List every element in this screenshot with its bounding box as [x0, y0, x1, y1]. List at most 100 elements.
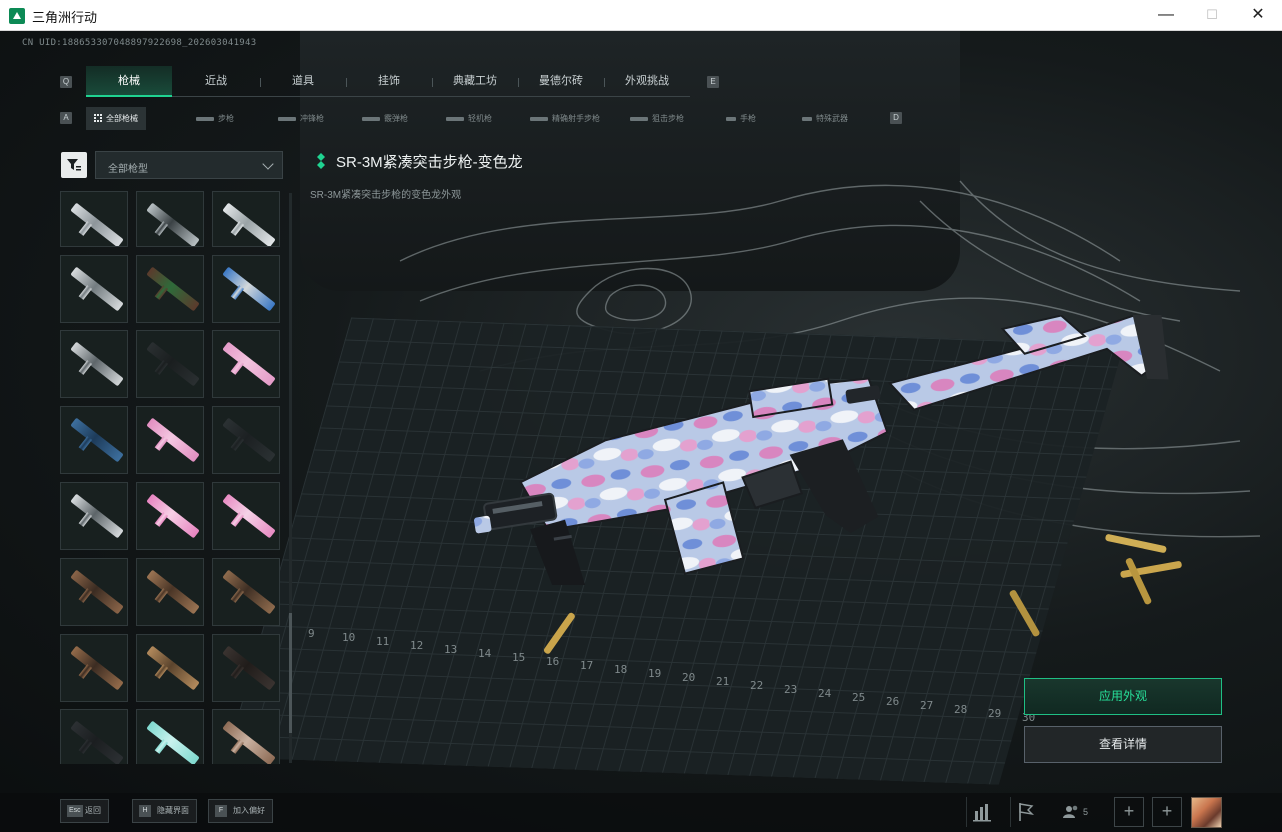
ruler-number: 13 [444, 643, 457, 656]
skin-tile[interactable] [212, 709, 280, 764]
skin-tile[interactable] [212, 482, 280, 550]
skin-tile[interactable] [136, 482, 204, 550]
skin-gun-thumbnail [222, 645, 276, 691]
skin-tile[interactable] [60, 558, 128, 626]
tab-collection-workshop[interactable]: 典藏工坊 [432, 66, 518, 97]
skin-tile[interactable] [212, 558, 280, 626]
subtab-rifle[interactable]: 步枪 [196, 107, 234, 130]
weapon-model-preview[interactable] [460, 315, 1180, 585]
minimize-button[interactable]: — [1143, 0, 1189, 31]
skin-tile[interactable] [136, 191, 204, 247]
lmg-icon [446, 116, 464, 121]
avatar[interactable] [1191, 797, 1222, 828]
subtab-dmr[interactable]: 精确射手步枪 [530, 107, 600, 130]
subtab-sniper[interactable]: 狙击步枪 [630, 107, 684, 130]
gun-type-dropdown[interactable]: 全部枪型 [95, 151, 283, 179]
skin-grid-scrollbar[interactable] [289, 193, 292, 763]
subtab-label: 全部枪械 [106, 114, 138, 123]
friends-icon [1063, 805, 1078, 818]
skin-tile[interactable] [136, 330, 204, 398]
skin-tile[interactable] [60, 255, 128, 323]
skin-gun-thumbnail [146, 493, 200, 539]
next-category-key[interactable]: E [707, 76, 719, 88]
ruler-number: 14 [478, 647, 492, 660]
subtab-label: 狙击步枪 [652, 114, 684, 123]
item-name: SR-3M紧凑突击步枪-变色龙 [336, 154, 523, 171]
subtab-lmg[interactable]: 轻机枪 [446, 107, 492, 130]
subtab-pistol[interactable]: 手枪 [726, 107, 756, 130]
skin-tile[interactable] [212, 191, 280, 247]
add-teammate-button[interactable]: + [1152, 797, 1182, 827]
add-teammate-button[interactable]: + [1114, 797, 1144, 827]
ruler-number: 9 [308, 627, 315, 640]
subtab-label: 霰弹枪 [384, 114, 408, 123]
stats-button[interactable] [966, 797, 996, 827]
subtab-shotgun[interactable]: 霰弹枪 [362, 107, 408, 130]
dmr-icon [530, 116, 548, 121]
skin-tile[interactable] [136, 709, 204, 764]
subtab-label: 特殊武器 [816, 114, 848, 123]
subtab-label: 步枪 [218, 114, 234, 123]
back-hint-button[interactable]: Esc 返回 [60, 799, 109, 823]
scrollbar-thumb[interactable] [289, 613, 292, 733]
skin-tile[interactable] [212, 255, 280, 323]
subtab-label: 精确射手步枪 [552, 114, 600, 123]
ruler-number: 27 [920, 699, 933, 712]
skin-gun-thumbnail [146, 266, 200, 312]
filter-button[interactable] [61, 152, 87, 178]
window-titlebar: 三角洲行动 — ☐ ✕ [0, 0, 1282, 31]
skin-tile[interactable] [60, 634, 128, 702]
tab-items[interactable]: 道具 [260, 66, 346, 97]
tab-melee[interactable]: 近战 [172, 66, 260, 97]
friends-button[interactable]: 5 [1060, 797, 1108, 827]
skin-gun-thumbnail [70, 569, 124, 615]
skin-tile[interactable] [136, 255, 204, 323]
skin-gun-thumbnail [70, 266, 124, 312]
hint-label: 加入偏好 [233, 806, 265, 815]
subtab-special[interactable]: 特殊武器 [802, 107, 848, 130]
skin-gun-thumbnail [70, 202, 124, 246]
skin-gun-thumbnail [222, 493, 276, 539]
category-tabs: 枪械 近战 道具 挂饰 典藏工坊 曼德尔砖 外观挑战 [86, 66, 690, 97]
favorite-hint-button[interactable]: F 加入偏好 [208, 799, 273, 823]
hide-ui-hint-button[interactable]: H 隐藏界面 [132, 799, 197, 823]
skin-tile[interactable] [212, 330, 280, 398]
skin-tile[interactable] [212, 634, 280, 702]
skin-tile[interactable] [136, 634, 204, 702]
next-subcategory-key[interactable]: D [890, 112, 902, 124]
close-button[interactable]: ✕ [1235, 0, 1281, 31]
skin-tile[interactable] [60, 406, 128, 474]
subtab-all-guns[interactable]: 全部枪械 [86, 107, 146, 130]
subtab-smg[interactable]: 冲锋枪 [278, 107, 324, 130]
tab-charms[interactable]: 挂饰 [346, 66, 432, 97]
tab-mandel-brick[interactable]: 曼德尔砖 [518, 66, 604, 97]
skin-tile[interactable] [60, 709, 128, 764]
ruler-number: 12 [410, 639, 423, 652]
skin-gun-thumbnail [70, 417, 124, 463]
app-logo-icon [9, 8, 25, 24]
ruler-number: 21 [716, 675, 729, 688]
maximize-button[interactable]: ☐ [1189, 0, 1235, 31]
ruler-number: 25 [852, 691, 865, 704]
view-details-button[interactable]: 查看详情 [1024, 726, 1222, 763]
flag-button[interactable] [1010, 797, 1040, 827]
ruler-number: 20 [682, 671, 695, 684]
tab-skin-challenge[interactable]: 外观挑战 [604, 66, 690, 97]
skin-tile[interactable] [60, 482, 128, 550]
apply-skin-button[interactable]: 应用外观 [1024, 678, 1222, 715]
tab-guns[interactable]: 枪械 [86, 66, 172, 97]
skin-gun-thumbnail [222, 417, 276, 463]
prev-category-key[interactable]: Q [60, 76, 72, 88]
skin-tile[interactable] [136, 558, 204, 626]
ruler-number: 29 [988, 707, 1001, 720]
skin-tile[interactable] [60, 330, 128, 398]
skin-tile[interactable] [212, 406, 280, 474]
skin-tile[interactable] [136, 406, 204, 474]
player-count-label: 5 [1083, 807, 1089, 817]
subtab-label: 手枪 [740, 114, 756, 123]
prev-subcategory-key[interactable]: A [60, 112, 72, 124]
skin-gun-thumbnail [146, 202, 200, 246]
skin-gun-thumbnail [146, 569, 200, 615]
skin-tile[interactable] [60, 191, 128, 247]
skin-gun-thumbnail [222, 341, 276, 387]
